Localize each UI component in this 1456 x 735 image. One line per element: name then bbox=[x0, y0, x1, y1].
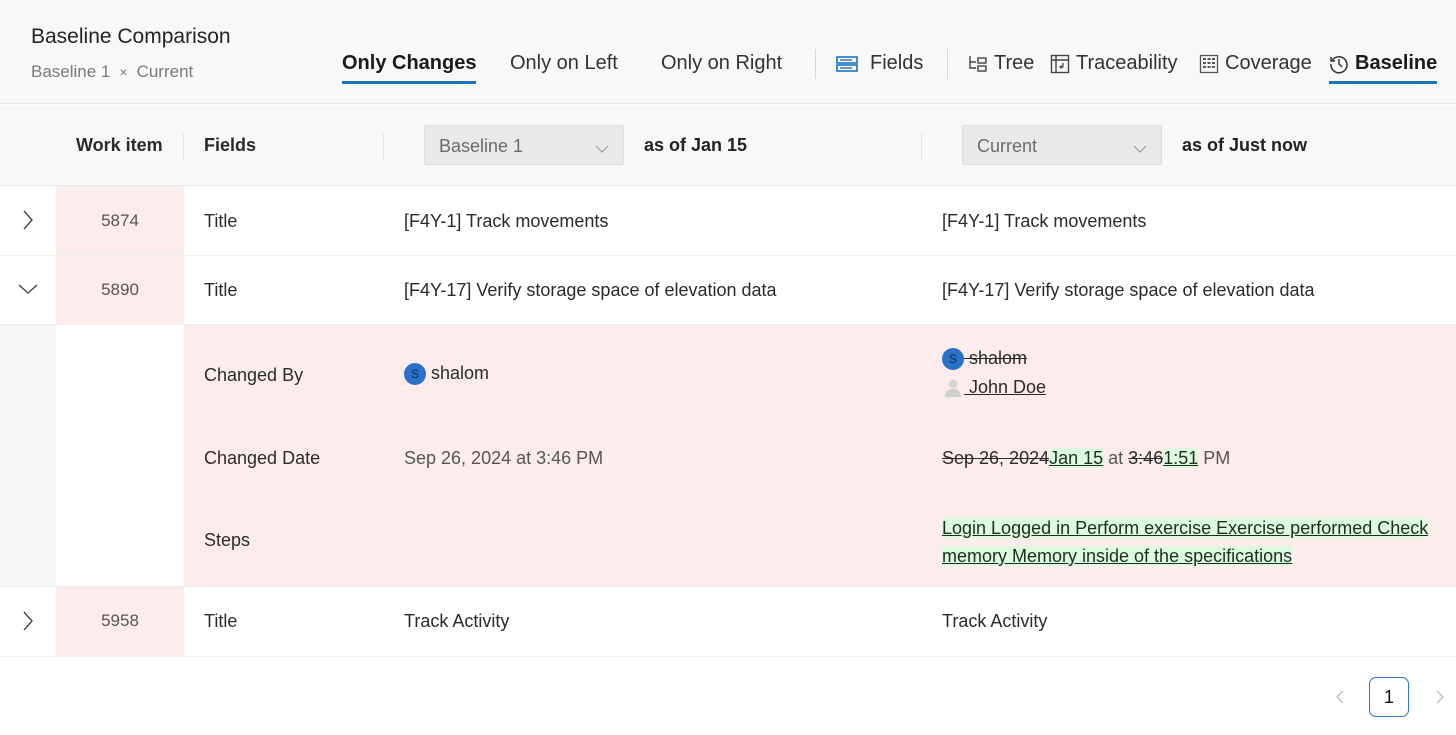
view-label: Traceability bbox=[1076, 52, 1178, 74]
added-user-name: John Doe bbox=[964, 377, 1047, 397]
field-name-steps: Steps bbox=[204, 530, 251, 550]
active-tab-underline bbox=[342, 81, 477, 84]
tab-only-on-left[interactable]: Only on Left bbox=[510, 52, 618, 75]
fields-label: Fields bbox=[870, 52, 924, 74]
work-item-id[interactable]: 5958 bbox=[56, 587, 184, 656]
fields-button[interactable]: Fields bbox=[836, 52, 923, 75]
active-tab-underline bbox=[1329, 81, 1438, 84]
tab-label: Only on Left bbox=[510, 52, 618, 74]
right-baseline-select[interactable]: Current bbox=[962, 125, 1162, 165]
detail-id-spacer bbox=[56, 325, 184, 586]
expanded-details: Changed By Sshalom S shalom John Doe Cha… bbox=[0, 325, 1456, 587]
table-row[interactable]: 5874 Title [F4Y-1] Track movements [F4Y-… bbox=[0, 186, 1456, 256]
left-changed-by: Sshalom bbox=[404, 363, 490, 386]
removed-date: Sep 26, 2024 bbox=[942, 448, 1050, 468]
left-value: [F4Y-17] Verify storage space of elevati… bbox=[404, 280, 777, 300]
field-name: Title bbox=[204, 211, 238, 231]
column-divider bbox=[921, 133, 922, 161]
avatar: S bbox=[404, 363, 426, 386]
added-steps-line: memory Memory inside of the specificatio… bbox=[942, 546, 1293, 566]
left-changed-date: Sep 26, 2024 at 3:46 PM bbox=[404, 448, 604, 468]
view-coverage[interactable]: Coverage bbox=[1199, 52, 1312, 75]
column-fields: Fields bbox=[204, 135, 257, 155]
field-name: Title bbox=[204, 611, 238, 631]
view-traceability[interactable]: Traceability bbox=[1050, 52, 1178, 75]
left-baseline-select[interactable]: Baseline 1 bbox=[424, 125, 624, 165]
added-time: 1:51 bbox=[1163, 448, 1199, 468]
avatar: S bbox=[942, 348, 964, 371]
right-changed-by-added: John Doe bbox=[942, 377, 1046, 399]
subtitle-separator: × bbox=[119, 64, 128, 80]
coverage-icon bbox=[1199, 54, 1219, 74]
left-as-of: as of Jan 15 bbox=[644, 135, 748, 155]
tab-label: Only Changes bbox=[342, 52, 477, 74]
left-select-value: Baseline 1 bbox=[439, 136, 524, 156]
removed-user-name: shalom bbox=[964, 348, 1028, 368]
right-changed-date: Sep 26, 2024Jan 15 at 3:461:51 PM bbox=[942, 448, 1230, 469]
page-header: Baseline Comparison Baseline 1 × Current O… bbox=[0, 0, 1456, 104]
subtitle-left: Baseline 1 bbox=[31, 62, 111, 81]
comparison-subtitle: Baseline 1 × Current bbox=[31, 62, 193, 82]
tree-icon bbox=[968, 54, 988, 74]
right-steps: Login Logged in Perform exercise Exercis… bbox=[942, 514, 1429, 570]
left-value: Track Activity bbox=[404, 611, 510, 631]
previous-page-button[interactable] bbox=[1320, 677, 1360, 717]
table-row[interactable]: 5890 Title [F4Y-17] Verify storage space… bbox=[0, 256, 1456, 325]
chevron-right-icon[interactable] bbox=[16, 609, 40, 633]
field-name: Title bbox=[204, 280, 238, 300]
fields-icon bbox=[836, 55, 858, 72]
field-name-changed-date: Changed Date bbox=[204, 448, 321, 468]
tab-only-changes[interactable]: Only Changes bbox=[342, 52, 477, 84]
chevron-down-icon bbox=[1133, 138, 1147, 159]
view-baseline[interactable]: Baseline bbox=[1329, 52, 1438, 84]
column-header-row: Work item Fields Baseline 1 as of Jan 15… bbox=[0, 105, 1456, 186]
history-icon bbox=[1329, 54, 1349, 74]
chevron-down-icon[interactable] bbox=[16, 277, 40, 301]
person-placeholder-icon bbox=[942, 377, 964, 399]
right-as-of: as of Just now bbox=[1182, 135, 1308, 155]
right-select-value: Current bbox=[977, 136, 1038, 156]
right-value: [F4Y-1] Track movements bbox=[942, 211, 1147, 231]
pm-suffix: PM bbox=[1198, 448, 1231, 468]
user-name: shalom bbox=[431, 363, 490, 383]
removed-time: 3:46 bbox=[1128, 448, 1164, 468]
chevron-down-icon bbox=[595, 138, 609, 159]
chevron-left-icon bbox=[1336, 690, 1344, 704]
chevron-right-icon[interactable] bbox=[16, 208, 40, 232]
column-work-item: Work item bbox=[76, 135, 163, 155]
right-value: Track Activity bbox=[942, 611, 1048, 631]
view-label: Tree bbox=[994, 52, 1035, 74]
tab-only-on-right[interactable]: Only on Right bbox=[661, 52, 782, 75]
view-label: Coverage bbox=[1225, 52, 1312, 74]
column-divider bbox=[183, 133, 184, 161]
right-changed-by-removed: S shalom bbox=[942, 348, 1028, 371]
traceability-icon bbox=[1050, 54, 1070, 74]
at-text: at bbox=[1103, 448, 1129, 468]
work-item-id[interactable]: 5890 bbox=[56, 256, 184, 324]
divider bbox=[815, 49, 816, 79]
added-date: Jan 15 bbox=[1049, 448, 1104, 468]
field-name-changed-by: Changed By bbox=[204, 365, 304, 385]
page-title: Baseline Comparison bbox=[31, 25, 231, 48]
divider bbox=[947, 49, 948, 79]
view-tree[interactable]: Tree bbox=[968, 52, 1034, 75]
subtitle-right: Current bbox=[136, 62, 194, 81]
table-row[interactable]: 5958 Title Track Activity Track Activity bbox=[0, 587, 1456, 657]
tab-label: Only on Right bbox=[661, 52, 783, 74]
next-page-button[interactable] bbox=[1420, 677, 1456, 717]
work-item-id[interactable]: 5874 bbox=[56, 186, 184, 255]
view-label: Baseline bbox=[1355, 52, 1438, 74]
column-divider bbox=[383, 133, 384, 161]
chevron-right-icon bbox=[1436, 690, 1444, 704]
detail-gutter bbox=[0, 325, 56, 586]
page-1-button[interactable]: 1 bbox=[1369, 677, 1409, 717]
left-value: [F4Y-1] Track movements bbox=[404, 211, 609, 231]
right-value: [F4Y-17] Verify storage space of elevati… bbox=[942, 280, 1315, 300]
added-steps-line: Login Logged in Perform exercise Exercis… bbox=[942, 518, 1429, 538]
